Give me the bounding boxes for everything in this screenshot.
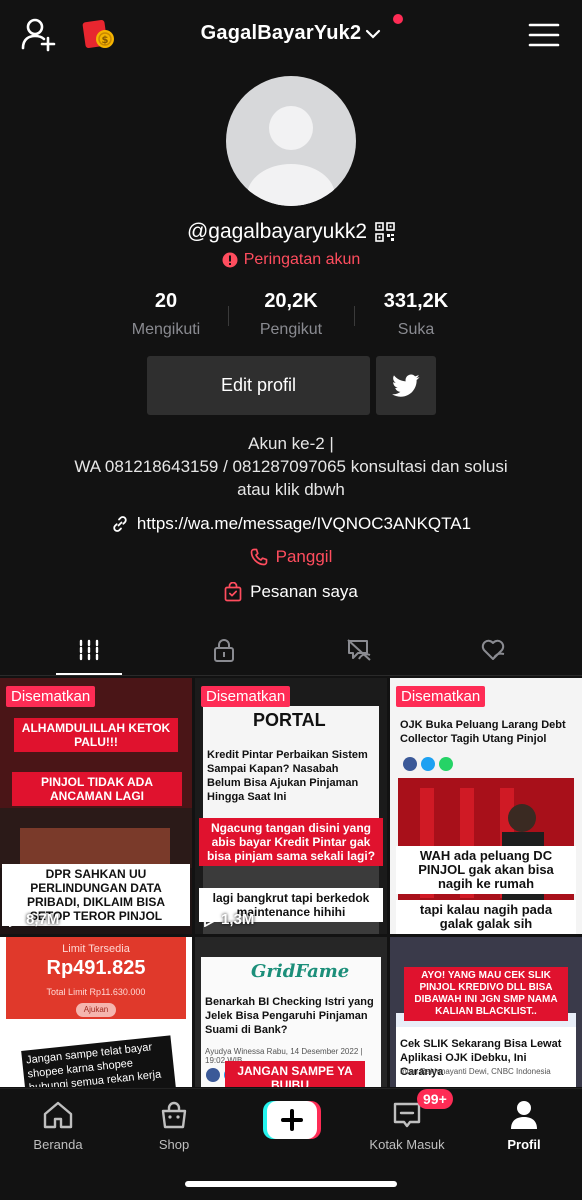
link-icon xyxy=(113,516,127,532)
view-count: 8,7M xyxy=(8,911,59,928)
stat-likes[interactable]: 331,2K Suka xyxy=(341,290,491,339)
plus-icon xyxy=(263,1101,321,1139)
news-headline: Kredit Pintar Perbaikan Sistem Sampai Ka… xyxy=(207,749,368,803)
hidden-repost-icon xyxy=(347,639,371,661)
profile-link[interactable]: https://wa.me/message/IVQNOC3ANKQTA1 xyxy=(0,514,582,538)
account-warning[interactable]: Peringatan akun xyxy=(0,251,582,273)
tab-videos[interactable] xyxy=(16,624,162,676)
bio-line: atau klik dbwh xyxy=(237,480,345,499)
news-byline: Intan Rakhmayanti Dewi, CNBC Indonesia xyxy=(400,1067,551,1076)
pinned-badge: Disematkan xyxy=(396,686,486,707)
news-headline: Benarkah BI Checking Istri yang Jelek Bi… xyxy=(205,996,374,1036)
call-button[interactable]: Panggil xyxy=(0,547,582,571)
play-icon xyxy=(399,914,412,928)
limit-amount: Rp491.825 xyxy=(46,957,146,979)
view-count-value: 1,3M xyxy=(221,911,255,928)
profile-handle: @gagalbayaryukk2 xyxy=(186,220,368,243)
view-count xyxy=(398,914,416,928)
video-caption: ALHAMDULILLAH KETOK PALU!!! xyxy=(14,718,178,752)
active-tab-indicator xyxy=(56,673,122,675)
nav-shop[interactable]: Shop xyxy=(124,1097,224,1152)
orders-label: Pesanan saya xyxy=(250,582,358,601)
video-thumbnail[interactable]: GridFame Benarkah BI Checking Istri yang… xyxy=(195,937,387,1087)
video-thumbnail[interactable]: Disematkan PORTAL Kredit Pintar Perbaika… xyxy=(195,678,387,934)
video-caption: WAH ada peluang DC PINJOL gak akan bisa … xyxy=(396,846,576,894)
video-caption: Ngacung tangan disini yang abis bayar Kr… xyxy=(199,818,383,866)
nav-label: Kotak Masuk xyxy=(369,1137,445,1152)
limit-label: Limit Tersedia xyxy=(62,943,130,955)
top-bar: $ GagalBayarYuk2 xyxy=(0,0,582,66)
video-thumbnail[interactable]: Disematkan ALHAMDULILLAH KETOK PALU!!! P… xyxy=(0,678,192,934)
tab-reposts[interactable] xyxy=(286,624,432,676)
portal-logo: PORTAL xyxy=(253,710,326,730)
view-count-value: 8,7M xyxy=(26,911,60,928)
video-caption: AYO! YANG MAU CEK SLIK PINJOL KREDIVO DL… xyxy=(404,967,568,1021)
pinned-badge: Disematkan xyxy=(6,686,96,707)
twitter-button[interactable] xyxy=(376,356,436,415)
gridfame-logo: GridFame xyxy=(251,961,350,982)
inbox-badge: 99+ xyxy=(417,1089,453,1109)
profile-stats: 20 Mengikuti 20,2K Pengikut 331,2K Suka xyxy=(0,290,582,340)
video-thumbnail[interactable]: Limit Tersedia Rp491.825 Total Limit Rp1… xyxy=(0,937,192,1087)
tab-private[interactable] xyxy=(151,624,297,676)
profile-tabs xyxy=(0,624,582,676)
call-label: Panggil xyxy=(275,547,333,566)
stat-label: Suka xyxy=(397,321,435,338)
stat-value: 331,2K xyxy=(383,290,449,312)
nav-label: Profil xyxy=(507,1137,541,1152)
avatar[interactable] xyxy=(226,76,356,206)
video-caption: tapi kalau nagih pada galak galak sih xyxy=(396,900,576,934)
lock-icon xyxy=(214,639,234,662)
menu-icon[interactable] xyxy=(528,22,560,48)
play-icon xyxy=(204,912,217,927)
edit-profile-button[interactable]: Edit profil xyxy=(147,356,370,415)
video-caption: PINJOL TIDAK ADA ANCAMAN LAGI xyxy=(12,772,182,806)
account-switcher[interactable]: GagalBayarYuk2 xyxy=(0,14,582,45)
warning-icon xyxy=(222,252,238,268)
qr-code-icon[interactable] xyxy=(375,222,395,242)
play-icon xyxy=(9,912,22,927)
create-button[interactable] xyxy=(263,1101,321,1139)
profile-handle-row: @gagalbayaryukk2 xyxy=(0,220,582,244)
nav-label: Beranda xyxy=(33,1137,83,1152)
video-caption: JANGAN SAMPE YA BUIBU... xyxy=(225,1061,365,1087)
phone-icon xyxy=(250,548,267,566)
profile-icon xyxy=(511,1101,537,1129)
news-headline: OJK Buka Peluang Larang Debt Collector T… xyxy=(400,719,566,745)
home-indicator xyxy=(185,1181,397,1187)
bio-line: Akun ke-2 | xyxy=(248,434,334,453)
shop-icon xyxy=(161,1101,187,1129)
account-username: GagalBayarYuk2 xyxy=(200,22,362,44)
thumbnail-image xyxy=(390,678,582,934)
grid-icon xyxy=(79,639,99,661)
link-url: https://wa.me/message/IVQNOC3ANKQTA1 xyxy=(136,514,472,533)
nav-profile[interactable]: Profil xyxy=(474,1097,574,1152)
tab-liked[interactable] xyxy=(420,624,566,676)
default-avatar-icon xyxy=(247,106,335,206)
total-limit: Total Limit Rp11.630.000 xyxy=(46,987,146,997)
my-orders-button[interactable]: Pesanan saya xyxy=(0,582,582,607)
notification-dot xyxy=(393,14,404,24)
hidden-heart-icon xyxy=(481,639,505,660)
video-grid: Disematkan ALHAMDULILLAH KETOK PALU!!! P… xyxy=(0,678,582,1088)
video-thumbnail[interactable]: AYO! YANG MAU CEK SLIK PINJOL KREDIVO DL… xyxy=(390,937,582,1087)
twitter-icon xyxy=(392,373,420,397)
view-count: 1,3M xyxy=(203,911,254,928)
chevron-down-icon xyxy=(366,29,381,39)
profile-bio: Akun ke-2 | WA 081218643159 / 0812870970… xyxy=(0,432,582,501)
pinned-badge: Disematkan xyxy=(201,686,291,707)
bio-line: WA 081218643159 / 081287097065 konsultas… xyxy=(74,457,508,476)
video-thumbnail[interactable]: Disematkan OJK Buka Peluang Larang Debt … xyxy=(390,678,582,934)
warning-label: Peringatan akun xyxy=(243,251,361,268)
nav-label: Shop xyxy=(158,1137,190,1152)
apply-button: Ajukan xyxy=(76,1003,116,1017)
shopping-bag-icon xyxy=(224,582,242,602)
nav-home[interactable]: Beranda xyxy=(8,1097,108,1152)
home-icon xyxy=(43,1101,73,1129)
